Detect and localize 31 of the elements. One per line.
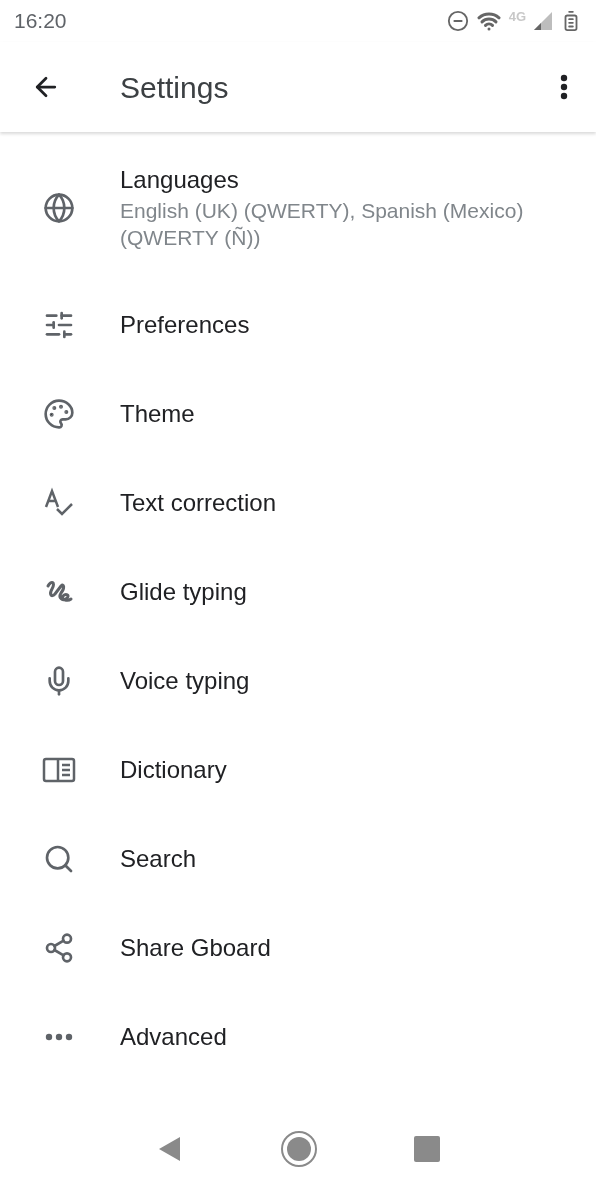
page-title: Settings [120,69,229,106]
settings-item[interactable]: Theme [0,369,596,458]
item-title: Theme [120,398,195,429]
item-title: Advanced [120,1021,227,1052]
share-icon [43,931,75,964]
palette-icon [43,397,75,430]
item-title: Share Gboard [120,932,271,963]
settings-item[interactable]: Text correction [0,458,596,547]
item-title: Glide typing [120,576,247,607]
item-title: Languages [120,165,240,195]
item-title: Preferences [120,309,250,340]
item-title: Text correction [120,487,277,518]
home-nav-button[interactable] [280,1130,318,1168]
settings-item[interactable]: Search [0,814,596,903]
item-title: Voice typing [120,665,250,696]
globe-icon [43,192,75,224]
item-title: Search [120,843,197,874]
settings-item[interactable]: Preferences [0,280,596,369]
do-not-disturb-icon [446,10,469,32]
signal-icon [534,12,552,30]
settings-item[interactable]: Advanced [0,992,596,1081]
settings-item[interactable]: Dictionary [0,725,596,814]
more-vertical-icon [560,74,568,100]
settings-item[interactable]: Share Gboard [0,903,596,992]
settings-item[interactable]: Voice typing [0,636,596,725]
settings-item[interactable]: Glide typing [0,547,596,636]
item-title: Dictionary [120,754,227,785]
time: 16:20 [14,8,67,35]
more-icon [45,1032,73,1041]
item-subtitle: English (UK) (QWERTY), Spanish (Mexico) (QWERTY (Ñ)) [120,198,525,251]
settings-item[interactable]: Languages English (UK) (QWERTY), Spanish (Mexico) (QWERTY (Ñ)) [0,132,596,280]
